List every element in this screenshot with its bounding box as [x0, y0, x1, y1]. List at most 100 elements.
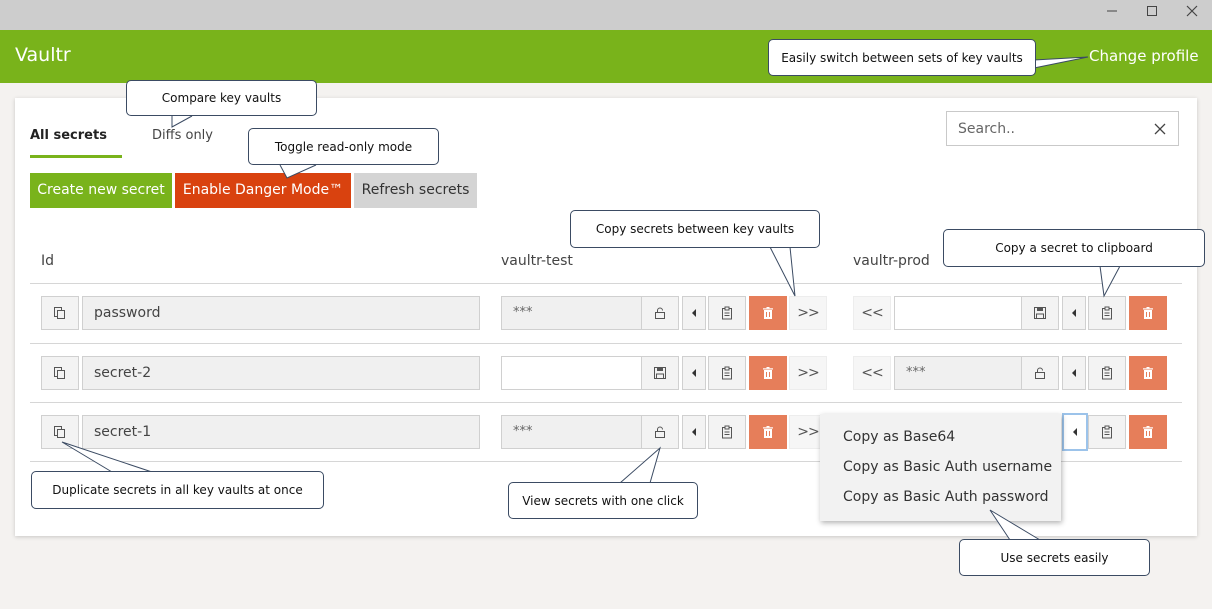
menu-item-copy-basic-auth-password[interactable]: Copy as Basic Auth password: [843, 489, 1049, 505]
tab-diffs-only[interactable]: Diffs only: [152, 128, 213, 143]
secret-value-field[interactable]: ***: [501, 415, 642, 449]
row-divider: [30, 343, 1182, 344]
secret-value-field[interactable]: ***: [894, 356, 1022, 390]
row-divider: [30, 402, 1182, 403]
trash-icon: [763, 307, 773, 319]
copy-to-clipboard-button[interactable]: [708, 415, 746, 449]
clipboard-icon: [722, 366, 732, 380]
maximize-button[interactable]: [1141, 4, 1163, 24]
change-profile-link[interactable]: Change profile: [1089, 47, 1199, 65]
secret-id-field[interactable]: password: [82, 296, 480, 330]
chevrons-right-icon: >>: [797, 424, 819, 440]
window-titlebar: [0, 0, 1212, 30]
save-icon: [1034, 307, 1046, 319]
search-clear-button[interactable]: [1154, 118, 1166, 140]
reveal-secret-button[interactable]: [641, 296, 679, 330]
caret-left-icon: [1072, 309, 1076, 317]
copy-to-clipboard-button[interactable]: [1088, 296, 1126, 330]
copy-options-dropdown[interactable]: [1062, 356, 1086, 390]
secret-value-field[interactable]: [501, 356, 642, 390]
trash-icon: [1143, 426, 1153, 438]
chevrons-left-icon: <<: [861, 365, 883, 381]
chevrons-right-icon: >>: [797, 305, 819, 321]
search-input[interactable]: Search..: [946, 111, 1179, 146]
copy-options-dropdown[interactable]: [682, 415, 706, 449]
app-title: Vaultr: [15, 44, 71, 66]
copy-options-dropdown-focused[interactable]: [1062, 413, 1088, 451]
duplicate-button[interactable]: [41, 415, 79, 449]
minimize-button[interactable]: [1101, 4, 1123, 24]
menu-item-copy-base64[interactable]: Copy as Base64: [843, 429, 955, 445]
duplicate-icon: [54, 307, 65, 319]
caret-left-icon: [692, 309, 696, 317]
caret-left-icon: [1073, 428, 1077, 436]
clipboard-icon: [722, 425, 732, 439]
callout-use: Use secrets easily: [959, 539, 1150, 576]
lock-icon: [1035, 367, 1045, 379]
copy-to-clipboard-button[interactable]: [708, 356, 746, 390]
callout-view: View secrets with one click: [508, 482, 698, 519]
clipboard-icon: [1102, 425, 1112, 439]
trash-icon: [1143, 307, 1153, 319]
save-icon: [654, 367, 666, 379]
secret-id-field[interactable]: secret-1: [82, 415, 480, 449]
caret-left-icon: [692, 369, 696, 377]
tab-all-secrets[interactable]: All secrets: [30, 128, 107, 143]
delete-secret-button[interactable]: [749, 415, 787, 449]
save-secret-button[interactable]: [641, 356, 679, 390]
copy-to-clipboard-button[interactable]: [1088, 356, 1126, 390]
delete-secret-button[interactable]: [1129, 296, 1167, 330]
callout-compare: Compare key vaults: [126, 80, 317, 116]
trash-icon: [763, 367, 773, 379]
refresh-secrets-button[interactable]: Refresh secrets: [354, 173, 477, 208]
column-header-vaultr-test: vaultr-test: [501, 253, 573, 269]
secret-value-field[interactable]: ***: [501, 296, 642, 330]
copy-to-test-button[interactable]: <<: [853, 296, 891, 330]
lock-icon: [655, 307, 665, 319]
reveal-secret-button[interactable]: [641, 415, 679, 449]
caret-left-icon: [1072, 369, 1076, 377]
secret-id-field[interactable]: secret-2: [82, 356, 480, 390]
maximize-icon: [1147, 6, 1157, 16]
create-secret-button[interactable]: Create new secret: [30, 173, 172, 208]
close-icon: [1154, 123, 1166, 135]
chevrons-left-icon: <<: [861, 305, 883, 321]
close-window-button[interactable]: [1181, 4, 1203, 24]
close-icon: [1186, 5, 1198, 17]
copy-to-test-button[interactable]: <<: [853, 356, 891, 390]
callout-clipboard: Copy a secret to clipboard: [943, 229, 1205, 267]
delete-secret-button[interactable]: [749, 356, 787, 390]
copy-options-dropdown[interactable]: [682, 296, 706, 330]
secret-value-field[interactable]: [894, 296, 1022, 330]
callout-copy-between: Copy secrets between key vaults: [570, 210, 820, 248]
save-secret-button[interactable]: [1021, 296, 1059, 330]
copy-to-prod-button[interactable]: >>: [789, 296, 827, 330]
trash-icon: [763, 426, 773, 438]
delete-secret-button[interactable]: [1129, 415, 1167, 449]
chevrons-right-icon: >>: [797, 365, 819, 381]
delete-secret-button[interactable]: [1129, 356, 1167, 390]
minimize-icon: [1107, 10, 1117, 12]
copy-options-dropdown[interactable]: [682, 356, 706, 390]
copy-to-clipboard-button[interactable]: [708, 296, 746, 330]
trash-icon: [1143, 367, 1153, 379]
column-header-id: Id: [41, 253, 55, 269]
duplicate-icon: [54, 367, 65, 379]
callout-readonly: Toggle read-only mode: [248, 128, 439, 165]
delete-secret-button[interactable]: [749, 296, 787, 330]
danger-mode-button[interactable]: Enable Danger Mode™: [175, 173, 351, 208]
tab-active-indicator: [30, 155, 122, 158]
copy-options-dropdown[interactable]: [1062, 296, 1086, 330]
copy-options-menu: Copy as Base64 Copy as Basic Auth userna…: [820, 414, 1061, 521]
copy-to-prod-button[interactable]: >>: [789, 356, 827, 390]
clipboard-icon: [1102, 366, 1112, 380]
header-divider: [30, 283, 1182, 284]
clipboard-icon: [722, 306, 732, 320]
menu-item-copy-basic-auth-username[interactable]: Copy as Basic Auth username: [843, 459, 1052, 475]
duplicate-button[interactable]: [41, 296, 79, 330]
reveal-secret-button[interactable]: [1021, 356, 1059, 390]
callout-switch-profiles: Easily switch between sets of key vaults: [768, 39, 1036, 76]
copy-to-clipboard-button[interactable]: [1088, 415, 1126, 449]
duplicate-button[interactable]: [41, 356, 79, 390]
search-placeholder: Search..: [958, 121, 1015, 137]
